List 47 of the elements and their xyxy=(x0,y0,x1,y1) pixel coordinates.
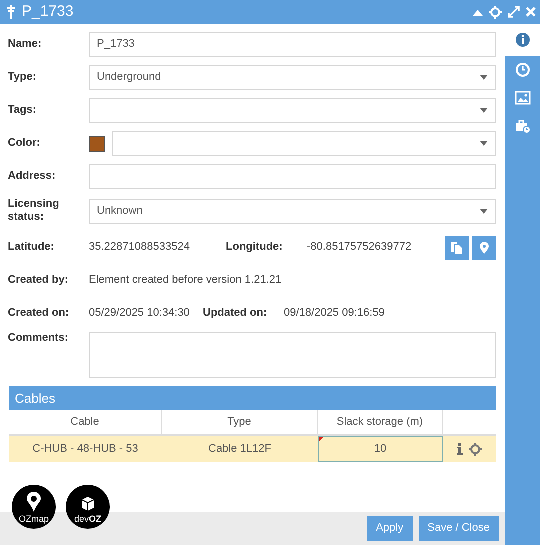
field-value: -80.85175752639772 xyxy=(307,240,412,256)
field-label: Type: xyxy=(8,70,38,84)
field-label: Updated on: xyxy=(203,306,268,320)
section-header: Cables xyxy=(9,386,496,410)
dropdown[interactable] xyxy=(89,98,496,123)
info-icon[interactable] xyxy=(457,443,463,455)
field-value: 05/29/2025 10:34:30 xyxy=(89,306,191,322)
field-label: Tags: xyxy=(8,104,38,118)
field-value: Element created before version 1.21.21 xyxy=(89,273,282,288)
close-icon[interactable] xyxy=(526,7,536,17)
color-swatch[interactable] xyxy=(89,136,105,152)
locate-button[interactable] xyxy=(472,236,496,260)
side-tab[interactable] xyxy=(505,24,540,56)
clock-icon xyxy=(514,62,530,78)
field-value: 35.22871088533524 xyxy=(89,240,191,256)
input-field[interactable] xyxy=(89,164,496,189)
input-field[interactable]: P_1733 xyxy=(89,32,496,57)
field-label: Address: xyxy=(8,170,57,184)
field-label: Color: xyxy=(8,136,42,150)
table-cell: Cable 1L12F xyxy=(162,436,318,462)
field-label: Latitude: xyxy=(8,240,56,254)
copy-button[interactable] xyxy=(445,236,470,260)
info-icon xyxy=(514,32,530,48)
window-title: P_1733 xyxy=(22,2,74,22)
field-label: Created by: xyxy=(8,274,70,288)
pole-icon xyxy=(6,5,16,19)
comments-field[interactable] xyxy=(89,332,496,378)
dropdown[interactable] xyxy=(112,131,496,156)
field-label: Licensing status: xyxy=(8,198,60,224)
toolbox-icon xyxy=(514,118,530,134)
logo: OZmap xyxy=(12,485,56,529)
copy-icon xyxy=(451,242,464,254)
field-label: Name: xyxy=(8,38,43,52)
collapse-icon[interactable] xyxy=(473,8,483,16)
table-cell: C-HUB - 48-HUB - 53 xyxy=(9,436,162,462)
logo: devOZ xyxy=(66,485,110,529)
dropdown[interactable]: Unknown xyxy=(89,198,496,224)
crosshair-icon[interactable] xyxy=(469,442,482,456)
dropdown[interactable]: Underground xyxy=(89,65,496,90)
slack-input[interactable]: 10 xyxy=(318,436,443,462)
image-icon xyxy=(514,90,530,106)
field-label: Longitude: xyxy=(226,240,284,254)
field-value: 09/18/2025 09:16:59 xyxy=(284,306,385,322)
maximize-icon[interactable] xyxy=(508,6,520,18)
field-label: Comments: xyxy=(8,332,70,346)
map-pin-icon xyxy=(480,242,488,254)
field-label: Created on: xyxy=(8,306,70,320)
